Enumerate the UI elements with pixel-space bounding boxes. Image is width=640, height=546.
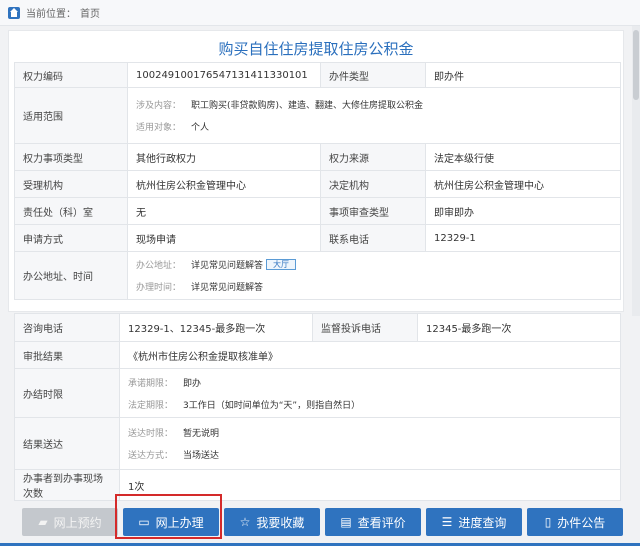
cell-value: 无 [127,197,321,225]
cell-label: 联系电话 [320,224,426,252]
button-label: 办件公告 [557,515,606,530]
cell-value: 12329-1 [425,224,621,252]
sub-key: 法定期限： [128,400,174,411]
cell-label: 受理机构 [14,170,128,198]
info-table-bottom: 咨询电话 12329-1、12345-最多跑一次 监督投诉电话 12345-最多… [14,313,621,501]
cell-value: 即审即办 [425,197,621,225]
breadcrumb-label: 当前位置： [26,9,76,20]
sub-key: 办公地址： [136,261,182,271]
cell-label: 审批结果 [14,341,120,369]
chat-icon: ▰ [38,515,48,529]
cell-label: 监督投诉电话 [312,313,418,342]
cell-value: 杭州住房公积金管理中心 [127,170,321,198]
cell-label: 决定机构 [320,170,426,198]
view-review-button[interactable]: ▤ 查看评价 [325,508,421,536]
cell-value: 杭州住房公积金管理中心 [425,170,621,198]
cell-label: 办结时限 [14,368,120,418]
notice-button[interactable]: ▯ 办件公告 [527,508,623,536]
button-label: 查看评价 [357,515,406,530]
cell-value-multi: 办公地址： 详见常见问题解答 大厅 办理时间： 详见常见问题解答 [127,251,621,300]
progress-query-button[interactable]: ☰ 进度查询 [426,508,522,536]
sub-key: 办理时间： [136,283,182,293]
cell-value: 即办件 [425,62,621,88]
cell-label: 适用范围 [14,87,128,144]
sliders-icon: ☰ [441,515,453,529]
cell-label: 责任处（科）室 [14,197,128,225]
button-label: 网上预约 [53,515,102,530]
cell-label: 申请方式 [14,224,128,252]
cell-value: 法定本级行使 [425,143,621,171]
document-icon: ▤ [340,515,352,529]
breadcrumb: 当前位置： 首页 [0,0,640,26]
cell-label: 办件类型 [320,62,426,88]
sub-value: 3工作日（如时间单位为“天”，则指自然日） [183,400,361,411]
cell-value: 12345-最多跑一次 [417,313,621,342]
button-label: 进度查询 [458,515,507,530]
sub-key: 送达时限： [128,429,174,439]
cell-value: 其他行政权力 [127,143,321,171]
sub-value: 当场送达 [183,451,220,461]
sub-value: 即办 [183,378,202,389]
cell-label: 咨询电话 [14,313,120,342]
sub-value: 暂无说明 [183,429,220,439]
cell-label: 事项审查类型 [320,197,426,225]
service-hall-icon[interactable]: 大厅 [266,259,297,270]
sub-key: 送达方式： [128,451,174,461]
cell-value: 12329-1、12345-最多跑一次 [119,313,313,342]
cell-label: 权力来源 [320,143,426,171]
cell-value-multi: 送达时限： 暂无说明 送达方式： 当场送达 [119,417,621,470]
cell-label: 权力编码 [14,62,128,88]
cell-value-multi: 承诺期限： 即办 法定期限： 3工作日（如时间单位为“天”，则指自然日） [119,368,621,418]
notice-icon: ▯ [544,515,552,529]
button-label: 我要收藏 [256,515,305,530]
approval-result-link[interactable]: 《杭州市住房公积金提取核准单》 [119,341,621,369]
cell-label: 结果送达 [14,417,120,470]
scrollbar-thumb[interactable] [633,30,639,100]
info-table-top: 权力编码 10024910017654713141133010​1 办件类型 即… [14,62,621,300]
cell-label: 办事者到办事现场次数 [14,469,120,501]
online-booking-button[interactable]: ▰ 网上预约 [22,508,118,536]
sub-value: 个人 [191,123,210,133]
sub-key: 承诺期限： [128,378,174,389]
breadcrumb-home-link[interactable]: 首页 [80,5,100,20]
cell-value: 现场申请 [127,224,321,252]
sub-key: 涉及内容： [136,101,182,111]
star-icon: ☆ [239,515,251,529]
sub-value: 职工购买(非贷款购房)、建造、翻建、大修住房提取公积金 [191,101,424,111]
highlight-box [115,494,222,539]
sub-key: 适用对象： [136,123,182,133]
favorite-button[interactable]: ☆ 我要收藏 [224,508,320,536]
cell-label: 办公地址、时间 [14,251,128,300]
home-icon[interactable] [8,6,20,19]
faq-link[interactable]: 详见常见问题解答 [191,258,263,271]
cell-label: 权力事项类型 [14,143,128,171]
action-buttons: ▰ 网上预约 ▭ 网上办理 ☆ 我要收藏 ▤ 查看评价 ☰ 进度查询 ▯ 办件公… [22,508,623,540]
cell-value: 10024910017654713141133010​1 [127,62,321,88]
faq-link[interactable]: 详见常见问题解答 [191,280,263,293]
cell-value-multi: 涉及内容： 职工购买(非贷款购房)、建造、翻建、大修住房提取公积金 适用对象： 个人 [127,87,621,144]
